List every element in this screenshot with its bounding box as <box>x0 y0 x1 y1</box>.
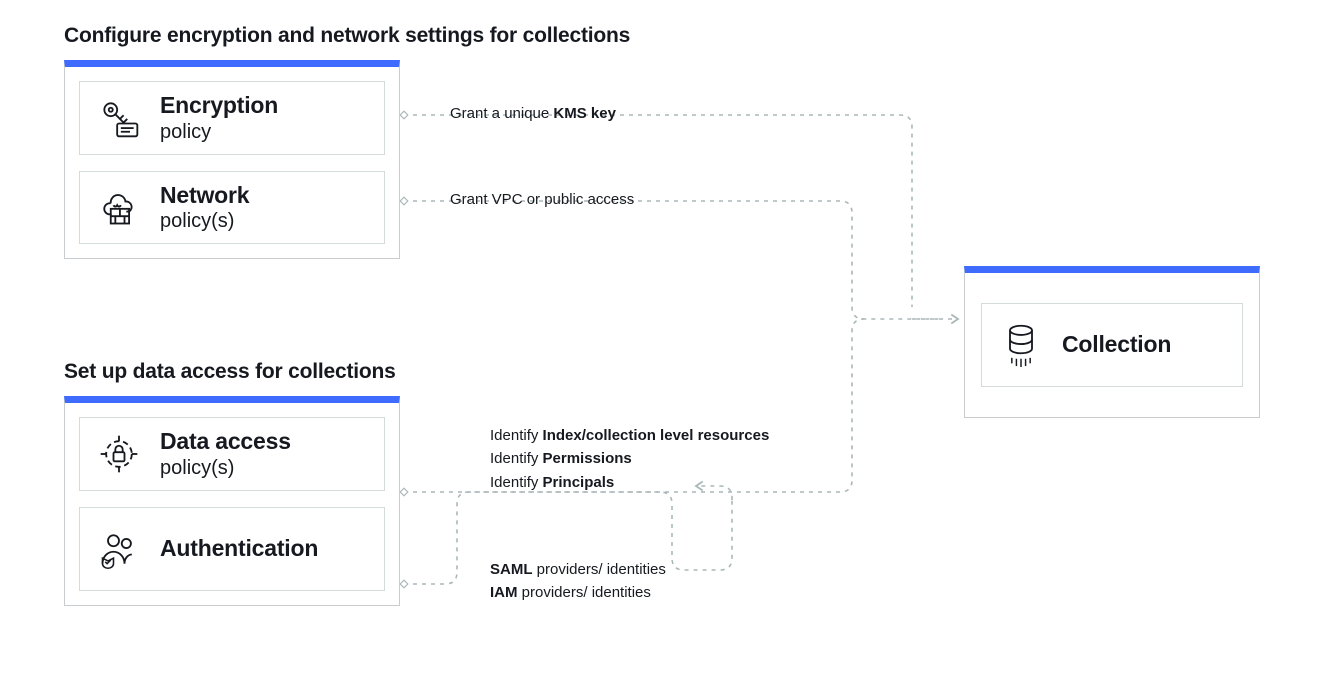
network-title: Network <box>160 182 249 210</box>
lock-target-icon <box>96 431 142 477</box>
key-icon <box>96 95 142 141</box>
network-policy-card: Network policy(s) <box>79 171 385 245</box>
authentication-card: Authentication <box>79 507 385 591</box>
authentication-title: Authentication <box>160 535 318 563</box>
auth-provider-notes: SAML providers/ identities IAM providers… <box>490 558 666 605</box>
data-access-title: Data access <box>160 428 291 456</box>
encryption-sub: policy <box>160 120 278 144</box>
kms-note: Grant a unique KMS key <box>450 102 616 125</box>
collection-card: Collection <box>981 303 1243 387</box>
encryption-title: Encryption <box>160 92 278 120</box>
identify-notes: Identify Index/collection level resource… <box>490 424 769 494</box>
diagram-canvas: Configure encryption and network setting… <box>0 0 1328 700</box>
data-access-sub: policy(s) <box>160 456 291 480</box>
section2-heading: Set up data access for collections <box>64 360 396 384</box>
collection-title: Collection <box>1062 331 1171 359</box>
firewall-cloud-icon <box>96 184 142 230</box>
section1-heading: Configure encryption and network setting… <box>64 24 630 48</box>
users-shield-icon <box>96 526 142 572</box>
section2-group: Data access policy(s) Authentication <box>64 396 400 606</box>
section1-group: Encryption policy Network polic <box>64 60 400 259</box>
collection-group: Collection <box>964 266 1260 418</box>
network-sub: policy(s) <box>160 209 249 233</box>
data-access-policy-card: Data access policy(s) <box>79 417 385 491</box>
database-icon <box>998 322 1044 368</box>
encryption-policy-card: Encryption policy <box>79 81 385 155</box>
vpc-note: Grant VPC or public access <box>450 188 634 211</box>
